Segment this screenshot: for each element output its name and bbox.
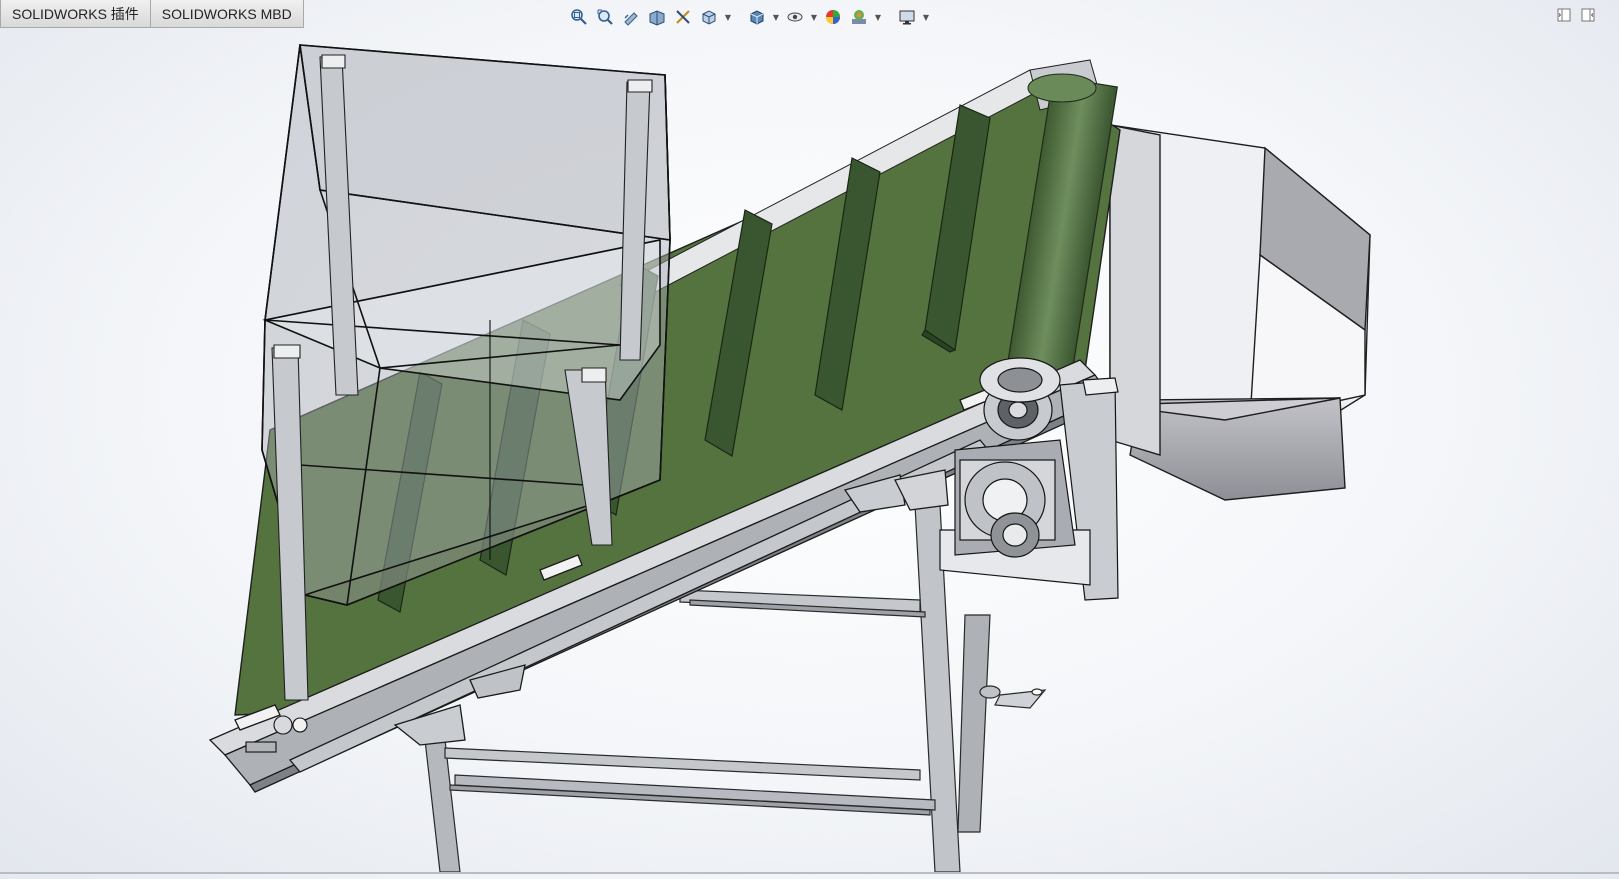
discharge-chute	[1109, 124, 1371, 501]
section-view-icon[interactable]	[646, 7, 668, 27]
zoom-to-area-icon[interactable]	[594, 7, 616, 27]
chevron-down-icon[interactable]: ▼	[874, 7, 882, 27]
chevron-down-icon[interactable]: ▼	[772, 7, 780, 27]
previous-view-icon[interactable]	[620, 7, 642, 27]
viewport-window-controls	[1557, 8, 1595, 22]
tab-solidworks-addins[interactable]: SOLIDWORKS 插件	[0, 0, 151, 28]
chevron-down-icon[interactable]: ▼	[810, 7, 818, 27]
command-manager-tabs: SOLIDWORKS 插件 SOLIDWORKS MBD	[0, 0, 304, 30]
view-settings-icon[interactable]	[896, 7, 918, 27]
edit-appearance-icon[interactable]	[822, 7, 844, 27]
zoom-to-fit-icon[interactable]	[568, 7, 590, 27]
graphics-area[interactable]	[0, 0, 1619, 874]
tab-solidworks-mbd[interactable]: SOLIDWORKS MBD	[150, 0, 304, 28]
heads-up-view-toolbar: ▼ ▼ ▼ ▼ ▼	[568, 6, 930, 28]
display-style-icon[interactable]	[746, 7, 768, 27]
dynamic-annotation-icon[interactable]	[672, 7, 694, 27]
expand-view-icon[interactable]	[1581, 8, 1595, 22]
chevron-down-icon[interactable]: ▼	[724, 7, 732, 27]
apply-scene-icon[interactable]	[848, 7, 870, 27]
hide-show-items-icon[interactable]	[784, 7, 806, 27]
conveyor-model	[208, 44, 1371, 873]
view-orientation-icon[interactable]	[698, 7, 720, 27]
split-view-icon[interactable]	[1557, 8, 1571, 22]
chevron-down-icon[interactable]: ▼	[922, 7, 930, 27]
